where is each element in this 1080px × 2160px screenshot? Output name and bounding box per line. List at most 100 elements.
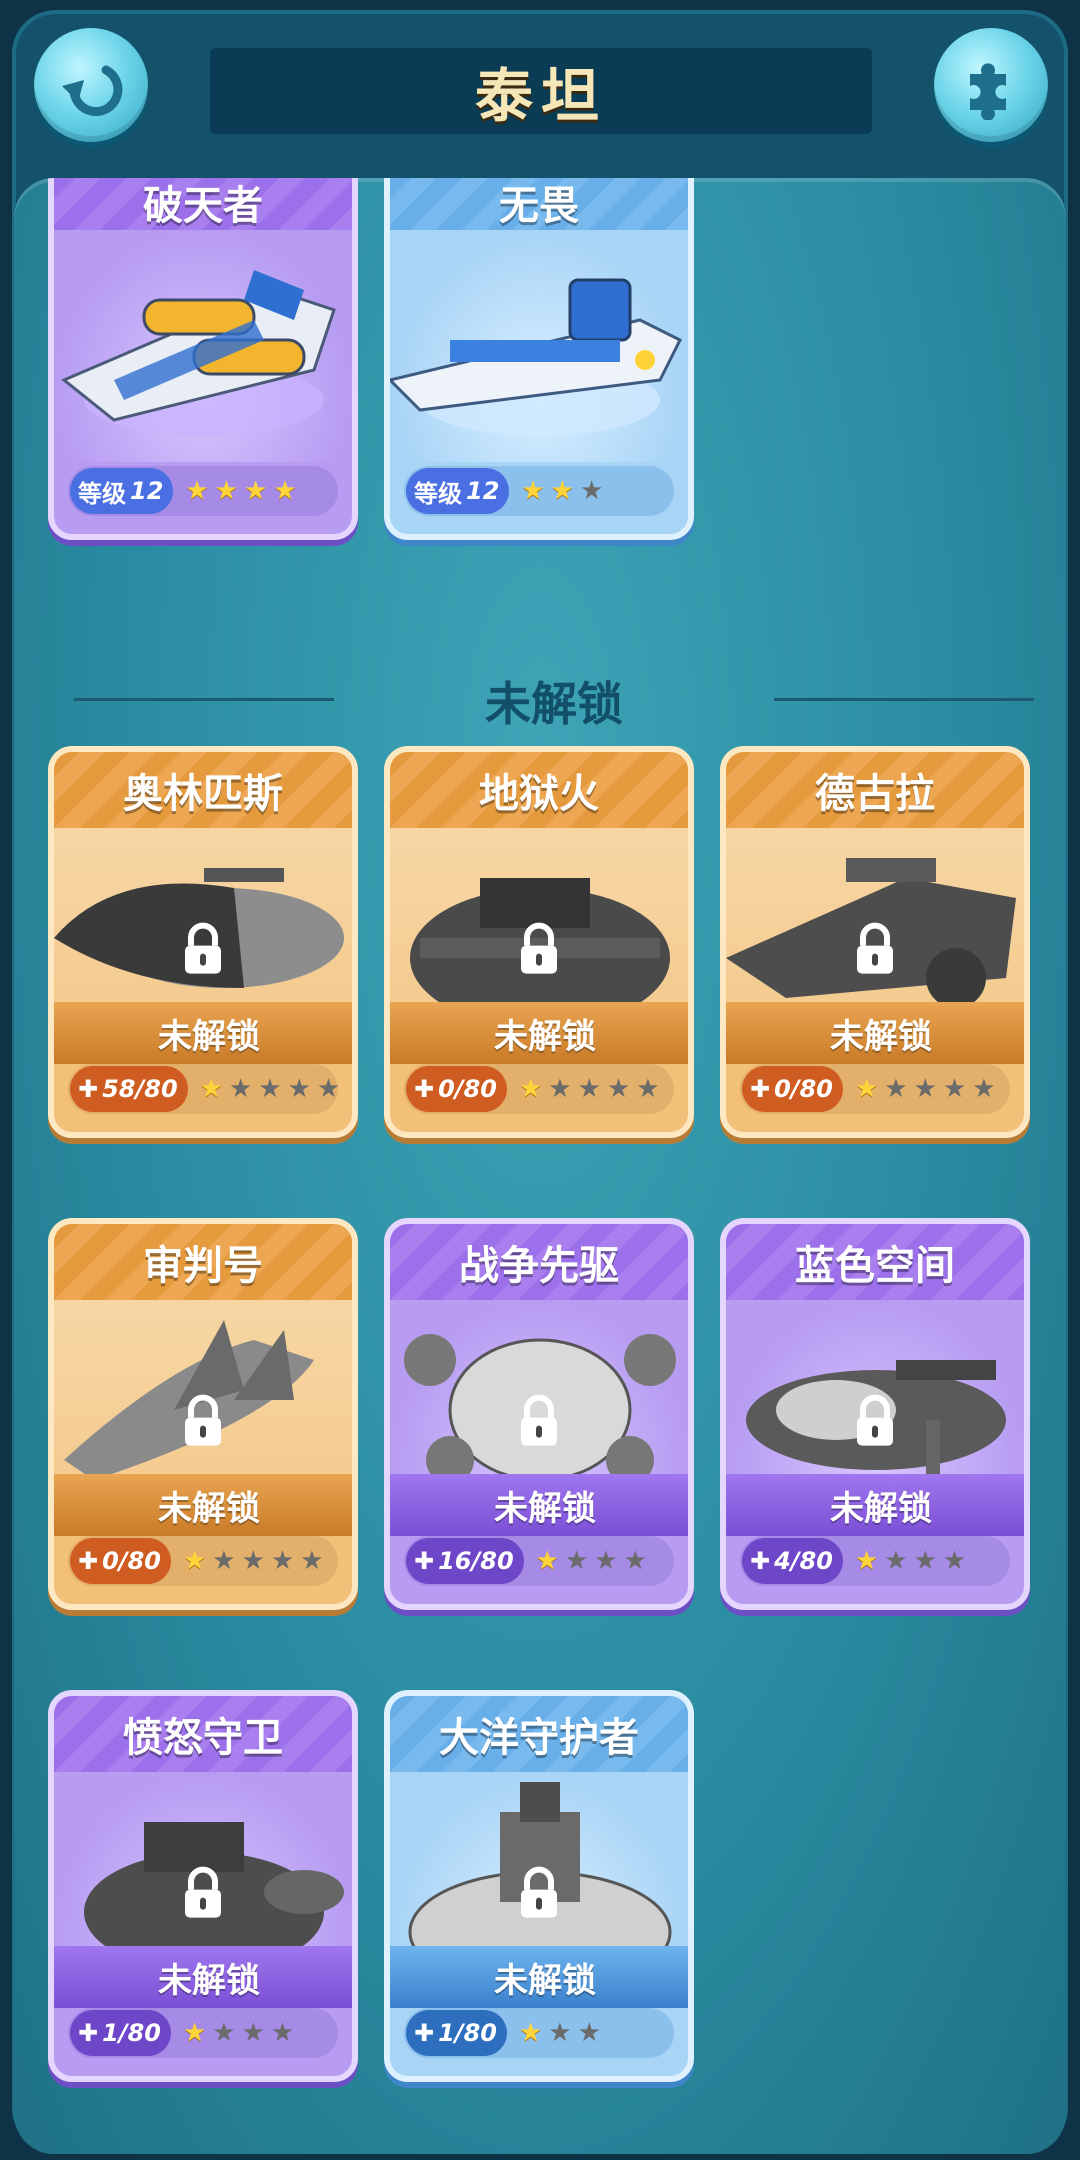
card-title: 蓝色空间 (726, 1224, 1024, 1300)
card-title: 破天者 (54, 178, 352, 230)
progress-stars-bar: ✚ 16/80 ★ ★ ★ ★ (404, 1536, 674, 1586)
star-icon: ★ (854, 1074, 879, 1104)
star-icon: ★ (300, 1546, 324, 1576)
locked-status: 未解锁 (390, 1002, 688, 1064)
shard-progress: ✚ 4/80 (742, 1538, 843, 1584)
star-icon: ★ (577, 2018, 601, 2048)
star-icon: ★ (564, 1546, 589, 1576)
card-title: 德古拉 (726, 752, 1024, 828)
level-value: 12 (466, 477, 500, 505)
title-band: 泰坦 (210, 48, 872, 134)
card-title: 地狱火 (390, 752, 688, 828)
locked-status: 未解锁 (390, 1474, 688, 1536)
locked-status: 未解锁 (54, 1946, 352, 2008)
lock-icon (185, 1394, 221, 1446)
star-icon: ★ (518, 2018, 543, 2048)
shard-progress: ✚ 0/80 (70, 1538, 171, 1584)
progress-stars-bar: ✚ 58/80 ★ ★ ★ ★ ★ (68, 1064, 341, 1114)
level-badge: 等级 12 (406, 468, 510, 514)
puzzle-piece-icon: ✚ (78, 1075, 99, 1103)
shard-count: 1/80 (438, 2019, 497, 2047)
puzzle-piece-icon: ✚ (414, 2019, 435, 2047)
shard-progress: ✚ 0/80 (406, 1066, 507, 1112)
lock-icon (185, 922, 221, 974)
star-icon: ★ (623, 1546, 647, 1576)
star-icon: ★ (212, 2018, 236, 2048)
divider-line-right (774, 698, 1034, 701)
star-rating: ★ ★ ★ ★ (536, 1548, 647, 1574)
puzzle-piece-icon: ✚ (750, 1547, 771, 1575)
star-rating: ★ ★ ★ ★ (855, 1548, 966, 1574)
star-icon: ★ (244, 476, 268, 506)
star-icon: ★ (241, 2018, 265, 2048)
titan-card-war-herald[interactable]: 战争先驱 未解锁 ✚ 16/80 ★ ★ ★ ★ (384, 1218, 694, 1610)
star-icon: ★ (182, 1546, 207, 1576)
star-rating: ★ ★ ★ ★ ★ (183, 1548, 324, 1574)
battleship-image (61, 270, 336, 436)
puzzle-piece-icon: ✚ (78, 1547, 99, 1575)
star-icon: ★ (316, 1074, 341, 1104)
titan-card-inferno[interactable]: 地狱火 未解锁 ✚ 0/80 ★ ★ ★ ★ ★ (384, 746, 694, 1138)
puzzle-piece-icon: ✚ (414, 1075, 435, 1103)
star-rating: ★ ★ ★ (519, 2020, 601, 2046)
card-title: 愤怒守卫 (54, 1696, 352, 1772)
star-icon: ★ (550, 476, 575, 506)
star-icon: ★ (580, 476, 604, 506)
locked-status: 未解锁 (390, 1946, 688, 2008)
card-title: 奥林匹斯 (54, 752, 352, 828)
star-icon: ★ (884, 1546, 908, 1576)
star-rating: ★ ★ ★ ★ ★ (519, 1076, 660, 1102)
lock-icon (521, 922, 557, 974)
progress-stars-bar: ✚ 0/80 ★ ★ ★ ★ ★ (68, 1536, 338, 1586)
star-icon: ★ (942, 1074, 967, 1104)
star-icon: ★ (521, 476, 545, 506)
card-title: 战争先驱 (390, 1224, 688, 1300)
locked-status: 未解锁 (54, 1474, 352, 1536)
titan-card-judgment[interactable]: 审判号 未解锁 ✚ 0/80 ★ ★ ★ ★ ★ (48, 1218, 358, 1610)
shard-count: 0/80 (102, 1547, 161, 1575)
locked-status: 未解锁 (726, 1002, 1024, 1064)
titan-card-ocean-guardian[interactable]: 大洋守护者 未解锁 ✚ 1/80 ★ ★ ★ (384, 1690, 694, 2082)
star-rating: ★ ★ ★ (521, 478, 603, 504)
level-stars-bar: 等级 12 ★ ★ ★ (404, 466, 674, 516)
star-icon: ★ (606, 1074, 631, 1104)
titan-card-blue-space[interactable]: 蓝色空间 未解锁 ✚ 4/80 ★ ★ ★ ★ (720, 1218, 1030, 1610)
titan-collection-panel[interactable]: 破天者 等级 12 ★ ★ ★ ★ 无畏 等级 12 ★ ★ ★ 未解锁 奥林匹… (14, 178, 1066, 2154)
star-icon: ★ (636, 1074, 660, 1104)
star-icon: ★ (548, 1074, 572, 1104)
shard-count: 16/80 (438, 1547, 514, 1575)
shard-count: 0/80 (438, 1075, 497, 1103)
lock-icon (185, 1866, 221, 1918)
progress-stars-bar: ✚ 4/80 ★ ★ ★ ★ (740, 1536, 1010, 1586)
card-title: 无畏 (390, 178, 688, 230)
puzzle-piece-icon: ✚ (414, 1547, 435, 1575)
shard-count: 58/80 (102, 1075, 178, 1103)
level-value: 12 (130, 477, 164, 505)
star-icon: ★ (182, 2018, 207, 2048)
puzzle-button[interactable] (934, 28, 1048, 142)
back-button[interactable] (34, 28, 148, 142)
shard-progress: ✚ 0/80 (742, 1066, 843, 1112)
star-icon: ★ (214, 476, 239, 506)
star-icon: ★ (228, 1074, 253, 1104)
lock-icon (857, 922, 893, 974)
star-icon: ★ (854, 1546, 879, 1576)
locked-section-divider: 未解锁 (74, 668, 1034, 731)
star-icon: ★ (548, 2018, 572, 2048)
star-icon: ★ (273, 476, 297, 506)
star-icon: ★ (185, 476, 209, 506)
level-badge: 等级 12 (70, 468, 174, 514)
titan-card-olympus[interactable]: 奥林匹斯 未解锁 ✚ 58/80 ★ ★ ★ ★ ★ (48, 746, 358, 1138)
puzzle-piece-icon: ✚ (750, 1075, 771, 1103)
star-rating: ★ ★ ★ ★ (183, 2020, 294, 2046)
titan-card-wuwei[interactable]: 无畏 等级 12 ★ ★ ★ (384, 178, 694, 540)
puzzle-icon (970, 63, 1006, 120)
lock-icon (521, 1866, 557, 1918)
titan-card-potianzhe[interactable]: 破天者 等级 12 ★ ★ ★ ★ (48, 178, 358, 540)
battleship-image (390, 278, 683, 436)
star-icon: ★ (270, 1546, 295, 1576)
titan-card-fury-guard[interactable]: 愤怒守卫 未解锁 ✚ 1/80 ★ ★ ★ ★ (48, 1690, 358, 2082)
star-icon: ★ (594, 1546, 618, 1576)
star-icon: ★ (972, 1074, 996, 1104)
titan-card-dracula[interactable]: 德古拉 未解锁 ✚ 0/80 ★ ★ ★ ★ ★ (720, 746, 1030, 1138)
